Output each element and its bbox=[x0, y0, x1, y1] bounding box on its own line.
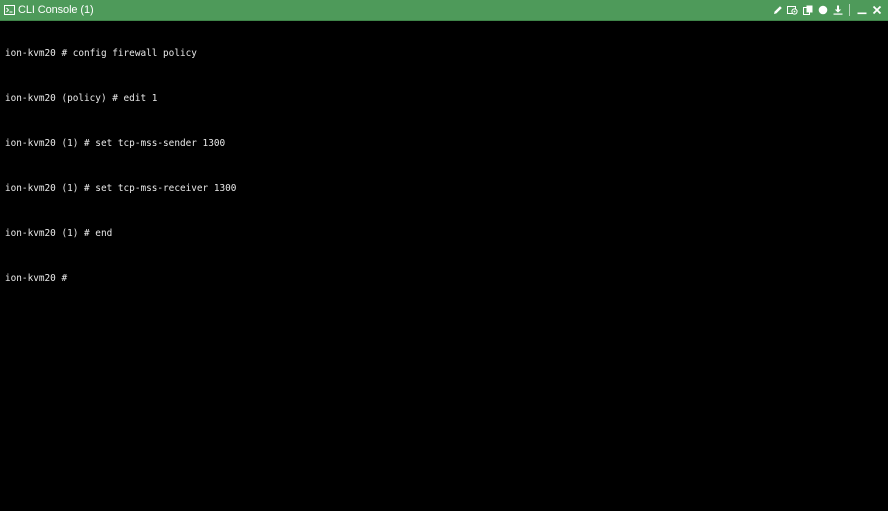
close-icon[interactable] bbox=[869, 3, 884, 18]
terminal-line: ion-kvm20 # config firewall policy bbox=[5, 48, 197, 59]
record-icon[interactable] bbox=[815, 3, 830, 18]
settings-screen-icon[interactable] bbox=[785, 3, 800, 18]
pencil-icon[interactable] bbox=[770, 3, 785, 18]
title-area: CLI Console (1) bbox=[0, 4, 770, 16]
terminal-prompt-line[interactable]: ion-kvm20 # bbox=[5, 273, 888, 296]
terminal-line: ion-kvm20 (policy) # edit 1 bbox=[5, 93, 158, 105]
cli-console-window: CLI Console (1) ion-kvm20 # config firew… bbox=[0, 0, 888, 511]
terminal-line: ion-kvm20 (1) # set tcp-mss-sender 1300 bbox=[5, 138, 226, 150]
terminal-output[interactable]: ion-kvm20 # config firewall policy ion-k… bbox=[0, 21, 888, 511]
copy-icon[interactable] bbox=[800, 3, 815, 18]
minimize-icon[interactable] bbox=[854, 3, 869, 18]
terminal-icon bbox=[4, 5, 15, 15]
terminal-line: ion-kvm20 (1) # end bbox=[5, 228, 113, 240]
window-title: CLI Console (1) bbox=[18, 4, 94, 16]
title-bar: CLI Console (1) bbox=[0, 0, 888, 21]
download-icon[interactable] bbox=[830, 3, 845, 18]
window-toolbar bbox=[770, 3, 888, 18]
terminal-line: ion-kvm20 (1) # set tcp-mss-receiver 130… bbox=[5, 183, 237, 195]
toolbar-divider bbox=[849, 4, 850, 16]
